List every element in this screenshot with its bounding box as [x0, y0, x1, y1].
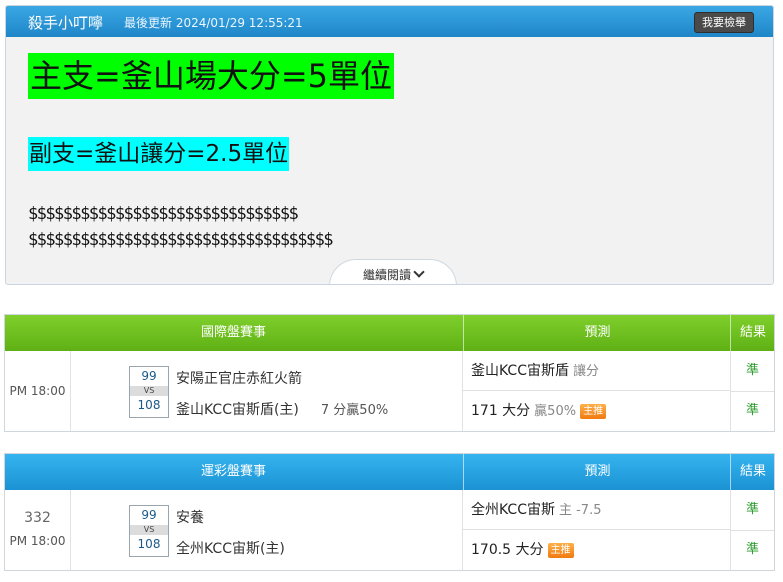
- header-result: 結果: [730, 315, 775, 351]
- top-pick-badge: 主推: [580, 404, 607, 419]
- teams-cell: 99 VS 108 安養 全州KCC宙斯(主): [71, 490, 463, 570]
- away-score: 99: [141, 508, 157, 522]
- header-prediction: 預測: [463, 315, 731, 351]
- dollar-line-2: $$$$$$$$$$$$$$$$$$$$$$$$$$$$$$$$$$$: [28, 230, 334, 250]
- lottery-table: 運彩盤賽事 預測 結果 332 PM 18:00 99 VS 108 安養 全州…: [4, 453, 775, 571]
- teams-cell: 99 VS 108 安陽正官庄赤紅火箭 釜山KCC宙斯盾(主) 7 分贏50%: [71, 351, 463, 431]
- main-pick-text: 主支=釜山場大分=5單位: [28, 53, 394, 99]
- result-total: 準: [745, 542, 759, 557]
- away-team[interactable]: 安養: [176, 507, 204, 527]
- game-time-cell: PM 18:00: [5, 351, 71, 431]
- prediction-spread: 全州KCC宙斯主 -7.5: [463, 490, 730, 530]
- notice-header: 殺手小叮嚀 最後更新 2024/01/29 12:55:21 我要檢舉: [6, 6, 773, 37]
- prediction-cell: 釜山KCC宙斯盾 讓分 171 大分 贏50% 主推: [463, 351, 731, 431]
- sub-pick-text: 副支=釜山讓分=2.5單位: [28, 137, 290, 171]
- score-box: 99 VS 108: [129, 505, 169, 557]
- table-row: PM 18:00 99 VS 108 安陽正官庄赤紅火箭 釜山KCC宙斯盾(主)…: [5, 351, 774, 431]
- report-button[interactable]: 我要檢舉: [694, 12, 754, 33]
- header-result: 結果: [730, 454, 775, 490]
- prediction-spread: 釜山KCC宙斯盾 讓分: [463, 351, 730, 391]
- home-team[interactable]: 全州KCC宙斯(主): [176, 538, 285, 558]
- prediction-spread-type: 主 -7.5: [558, 503, 602, 518]
- prediction-cell: 全州KCC宙斯主 -7.5 170.5 大分 主推: [463, 490, 731, 570]
- away-score: 99: [141, 369, 157, 383]
- home-score: 108: [137, 398, 161, 412]
- chevron-down-icon: [413, 266, 425, 278]
- dollar-line-1: $$$$$$$$$$$$$$$$$$$$$$$$$$$$$$$: [28, 204, 299, 224]
- last-updated: 最後更新 2024/01/29 12:55:21: [124, 16, 303, 30]
- prediction-total: 170.5 大分 主推: [463, 530, 730, 570]
- vs-label: VS: [130, 386, 168, 396]
- score-box: 99 VS 108: [129, 366, 169, 418]
- header-match: 國際盤賽事: [200, 325, 266, 340]
- top-pick-badge: 主推: [547, 543, 574, 558]
- game-number: 332: [24, 510, 51, 526]
- table-row: 332 PM 18:00 99 VS 108 安養 全州KCC宙斯(主) 全州K…: [5, 490, 774, 570]
- prediction-total-value: 171 大分: [471, 403, 531, 419]
- read-more-label: 繼續閱讀: [362, 268, 411, 282]
- international-table-header: 國際盤賽事 預測 結果: [5, 315, 774, 351]
- away-team[interactable]: 安陽正官庄赤紅火箭: [176, 368, 302, 388]
- result-spread: 準: [731, 351, 774, 392]
- read-more-button[interactable]: 繼續閱讀: [329, 259, 457, 284]
- result-total: 準: [745, 403, 759, 418]
- game-time: PM 18:00: [9, 384, 66, 398]
- prediction-total-value: 170.5 大分: [471, 542, 544, 558]
- game-time: PM 18:00: [9, 534, 66, 548]
- prediction-spread-type: 讓分: [572, 364, 599, 379]
- handicap-note: 7 分贏50%: [320, 403, 389, 418]
- international-table: 國際盤賽事 預測 結果 PM 18:00 99 VS 108 安陽正官庄赤紅火箭…: [4, 314, 775, 432]
- home-team[interactable]: 釜山KCC宙斯盾(主): [176, 402, 299, 418]
- header-prediction: 預測: [463, 454, 731, 490]
- result-spread: 準: [731, 490, 774, 531]
- vs-label: VS: [130, 525, 168, 535]
- home-score: 108: [137, 537, 161, 551]
- header-match: 運彩盤賽事: [200, 464, 266, 479]
- prediction-total-extra: 贏50%: [534, 404, 577, 419]
- result-cell: 準 準: [731, 490, 774, 570]
- home-team-line: 釜山KCC宙斯盾(主) 7 分贏50%: [176, 399, 388, 419]
- prediction-spread-team: 釜山KCC宙斯盾: [471, 363, 569, 379]
- notice-title: 殺手小叮嚀: [28, 14, 104, 32]
- result-cell: 準 準: [731, 351, 774, 431]
- game-time-cell: 332 PM 18:00: [5, 490, 71, 570]
- prediction-spread-team: 全州KCC宙斯: [471, 502, 555, 518]
- lottery-table-header: 運彩盤賽事 預測 結果: [5, 454, 774, 490]
- prediction-total: 171 大分 贏50% 主推: [463, 391, 730, 431]
- notice-card: 殺手小叮嚀 最後更新 2024/01/29 12:55:21 我要檢舉 主支=釜…: [5, 5, 774, 285]
